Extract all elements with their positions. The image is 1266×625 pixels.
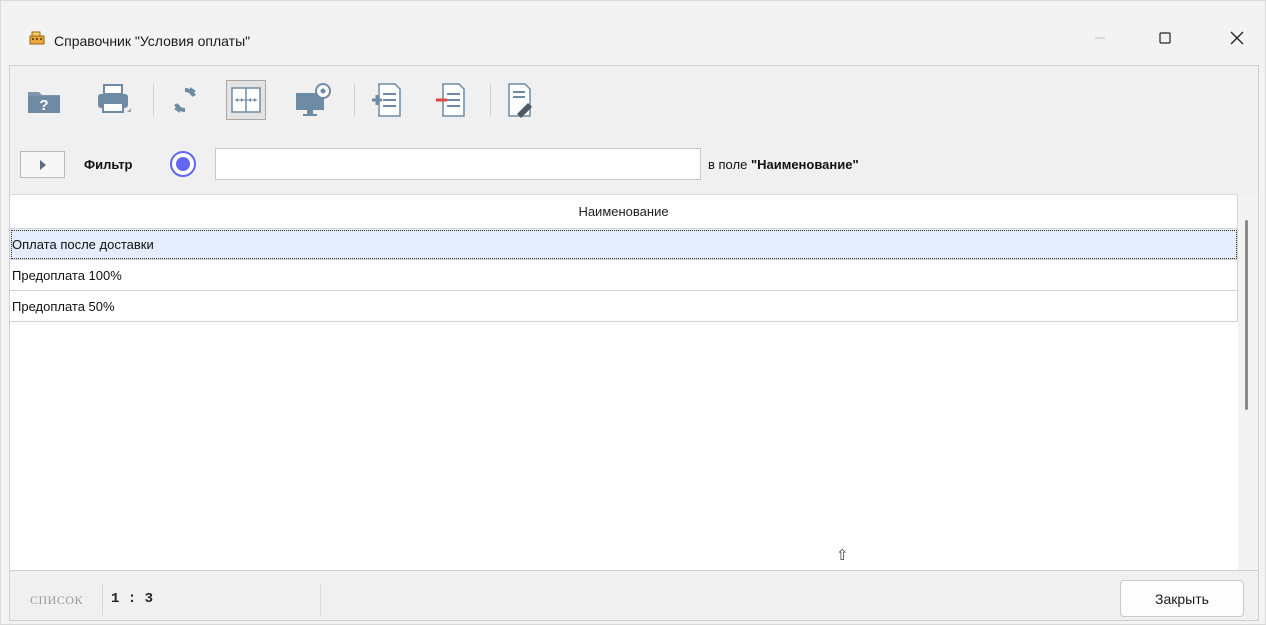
- reference-window: Справочник "Условия оплаты" ? Фильтр в п…: [0, 0, 1266, 625]
- title-bar[interactable]: Справочник "Условия оплаты": [1, 1, 1265, 55]
- table-row[interactable]: Предоплата 50%: [10, 291, 1238, 322]
- help-button[interactable]: ?: [24, 80, 64, 120]
- delete-record-icon: [436, 83, 465, 117]
- filter-field-caption: в поле "Наименование": [708, 157, 859, 172]
- svg-text:?: ?: [39, 97, 48, 114]
- add-record-icon: [372, 83, 401, 117]
- vertical-scrollbar[interactable]: [1238, 194, 1258, 570]
- cash-register-icon: [29, 31, 45, 45]
- grid-body: Оплата после доставки Предоплата 100% Пр…: [10, 229, 1238, 322]
- refresh-icon: [174, 87, 196, 113]
- filter-row: Фильтр в поле "Наименование": [10, 148, 1258, 182]
- content-frame: ? Фильтр в поле "Наименование" Наименова…: [9, 65, 1259, 621]
- scrollbar-thumb[interactable]: [1245, 220, 1248, 410]
- fit-columns-button[interactable]: [226, 80, 266, 120]
- status-mode-label: СПИСОК: [30, 593, 84, 607]
- record-position: 1 : 3: [111, 591, 154, 607]
- minimize-icon: [1095, 37, 1105, 39]
- edit-record-icon: [508, 83, 532, 118]
- edit-record-button[interactable]: [500, 80, 540, 120]
- filter-caption-field: "Наименование": [750, 157, 859, 172]
- settings-button[interactable]: [293, 80, 333, 120]
- status-bar: СПИСОК 1 : 3 Закрыть: [10, 570, 1258, 620]
- close-button[interactable]: Закрыть: [1120, 580, 1244, 617]
- filter-caption-prefix: в поле: [708, 157, 751, 172]
- column-header-name[interactable]: Наименование: [10, 195, 1238, 229]
- status-divider: [320, 583, 321, 615]
- mouse-cursor-icon: ⇧: [836, 547, 849, 564]
- radio-dot: [176, 157, 190, 171]
- toolbar-separator: [490, 84, 491, 116]
- expand-filter-button[interactable]: [20, 151, 65, 178]
- toolbar: ? Фильтр в поле "Наименование": [10, 66, 1258, 194]
- table-row[interactable]: Предоплата 100%: [10, 260, 1238, 291]
- fit-columns-icon: [231, 87, 261, 113]
- filter-radio[interactable]: [170, 151, 196, 177]
- monitor-gear-icon: [296, 83, 331, 116]
- window-title: Справочник "Условия оплаты": [54, 33, 251, 49]
- print-button[interactable]: [94, 80, 134, 120]
- toolbar-separator: [153, 84, 154, 116]
- minimize-button[interactable]: [1077, 24, 1123, 52]
- refresh-button[interactable]: [165, 80, 205, 120]
- delete-record-button[interactable]: [430, 80, 470, 120]
- maximize-icon: [1159, 32, 1171, 44]
- close-window-button[interactable]: [1214, 24, 1260, 52]
- toolbar-separator: [354, 84, 355, 116]
- filter-label: Фильтр: [84, 157, 133, 172]
- records-grid: Наименование Оплата после доставки Предо…: [10, 194, 1238, 570]
- maximize-button[interactable]: [1142, 24, 1188, 52]
- status-divider: [102, 583, 103, 615]
- play-arrow-icon: [39, 159, 46, 170]
- printer-icon: [98, 84, 131, 113]
- table-row[interactable]: Оплата после доставки: [10, 229, 1238, 260]
- close-icon: [1230, 31, 1244, 45]
- filter-input[interactable]: [215, 148, 701, 180]
- add-record-button[interactable]: [366, 80, 406, 120]
- help-folder-icon: ?: [28, 92, 60, 114]
